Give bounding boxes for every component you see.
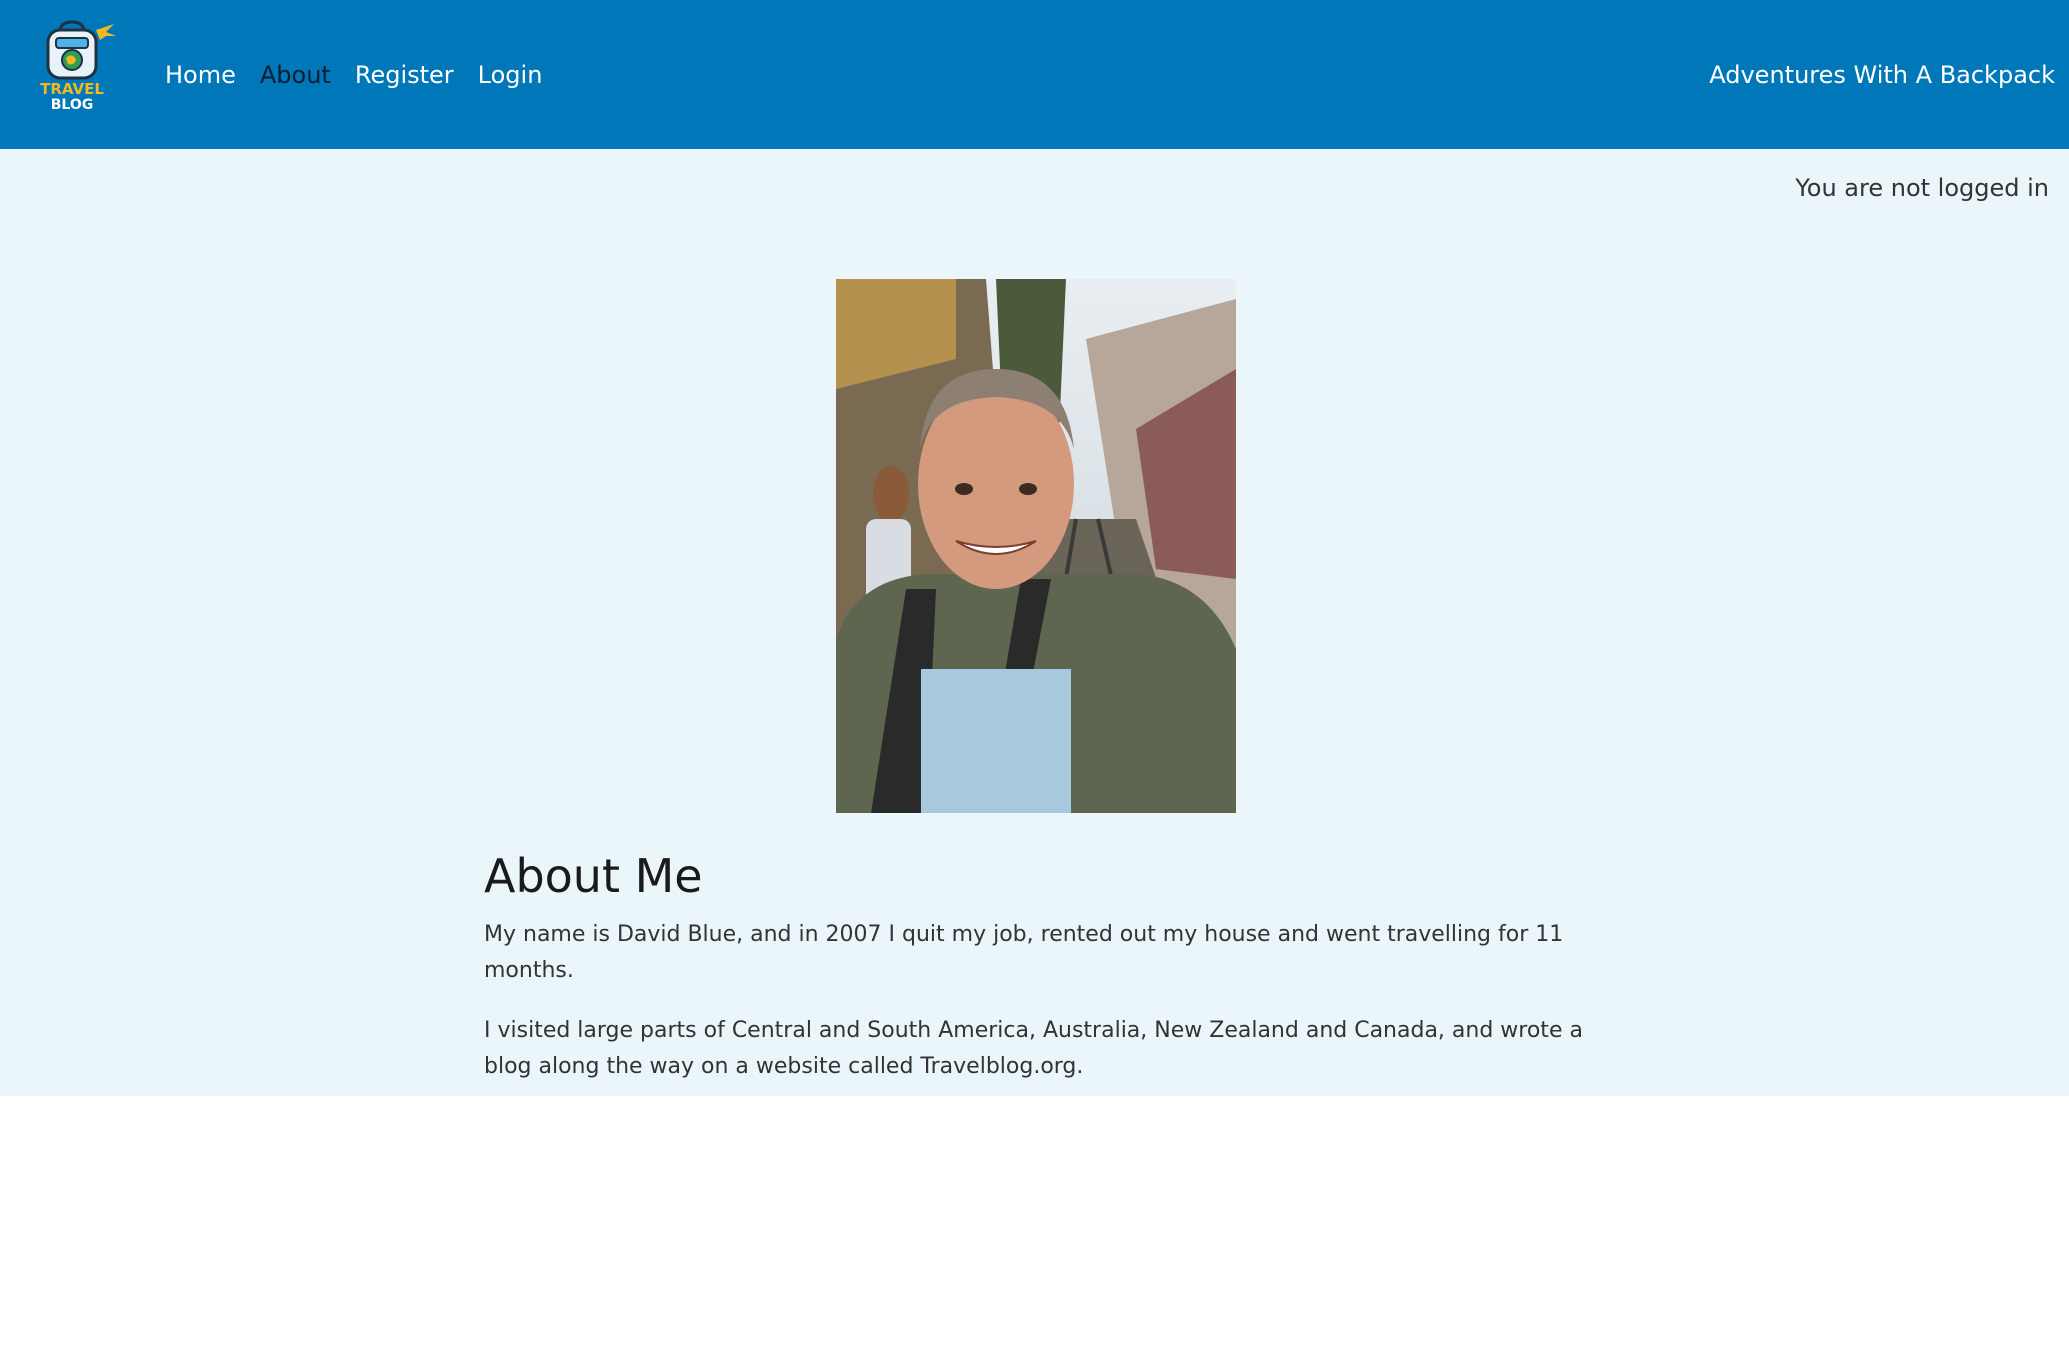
profile-photo [836,279,1236,813]
about-paragraph-2: I visited large parts of Central and Sou… [484,1018,1583,1079]
about-paragraph-1: My name is David Blue, and in 2007 I qui… [484,922,1564,983]
nav-home[interactable]: Home [165,61,236,89]
nav-register[interactable]: Register [355,61,454,89]
page-title: About Me [484,849,703,903]
nav-about[interactable]: About [260,61,331,89]
nav-links: Home About Register Login [165,0,566,149]
main-content: You are not logged in About Me My name i… [0,149,2069,1096]
login-status: You are not logged in [1795,174,2049,202]
nav-login[interactable]: Login [478,61,543,89]
navbar: TRAVEL BLOG Home About Register Login Ad… [0,0,2069,149]
logo-text-blog: BLOG [51,97,94,112]
logo-text-travel: TRAVEL [40,80,104,98]
backpack-logo-icon [46,20,116,80]
travel-blog-logo[interactable]: TRAVEL BLOG [36,20,120,112]
site-brand[interactable]: Adventures With A Backpack [1709,0,2055,149]
about-section: About Me My name is David Blue, and in 2… [484,849,1624,1109]
